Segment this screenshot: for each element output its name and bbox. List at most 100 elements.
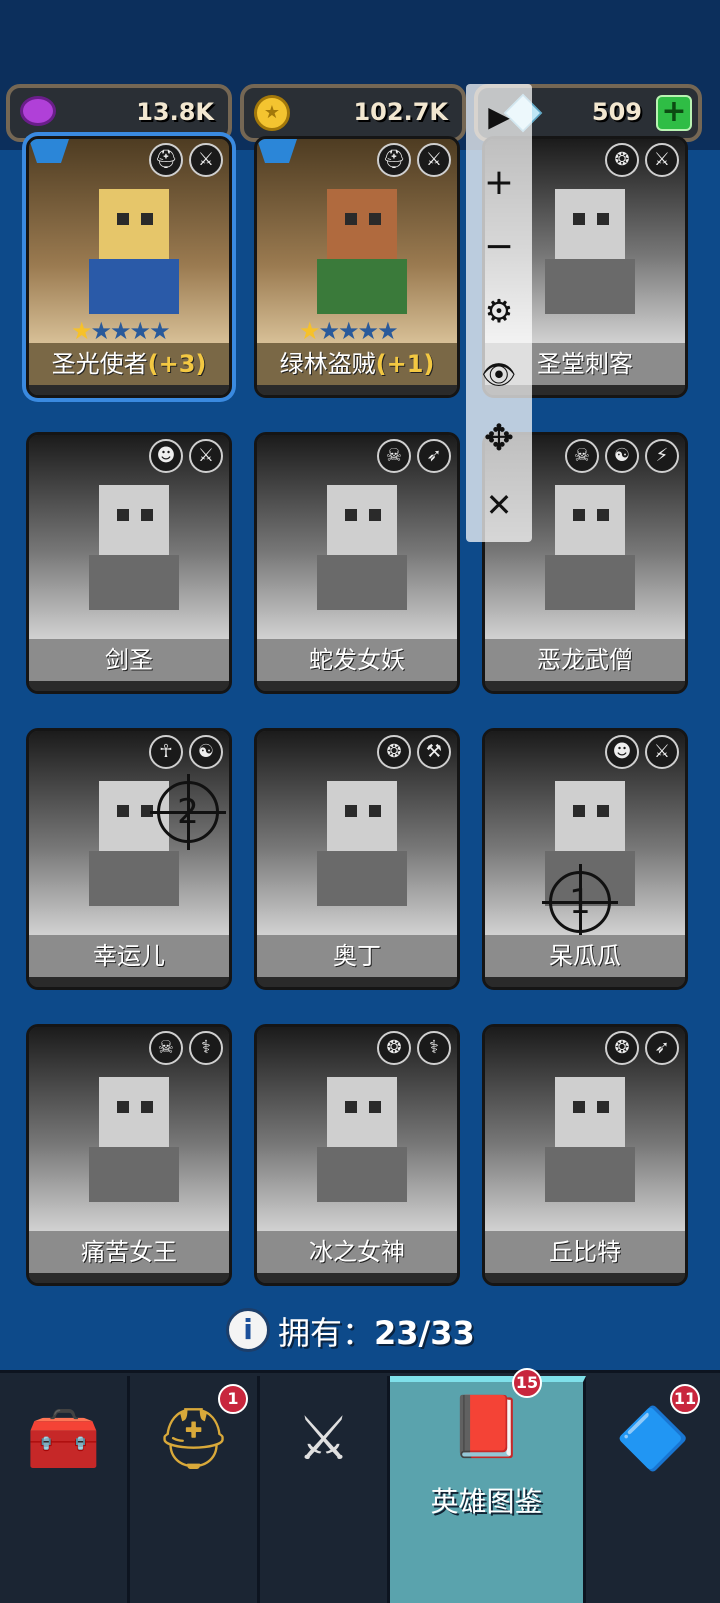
- hero-name-text: 恶龙武僧: [537, 646, 633, 674]
- move-icon[interactable]: ✥: [466, 414, 532, 464]
- hero-card[interactable]: ☥ ☯ 2 幸运儿: [26, 728, 232, 990]
- hero-head: [99, 1077, 169, 1147]
- overlay-toolbar: ▶ + − ⚙ 👁 ✥ ✕: [466, 84, 532, 542]
- hero-eye: [141, 1101, 153, 1113]
- hero-eye: [597, 213, 609, 225]
- hero-card[interactable]: ★★★★★ ⛑ ⚔ 绿林盗贼(+1): [254, 136, 460, 398]
- star-icon: ★: [338, 317, 359, 345]
- nav-hero-book-badge: 15: [512, 1368, 542, 1398]
- crosshair-marker-icon: 1: [542, 864, 618, 940]
- hero-trait-icon: ☥: [149, 735, 183, 769]
- zoom-in-icon[interactable]: +: [466, 158, 532, 208]
- hero-card[interactable]: ☠ ⚕ 痛苦女王: [26, 1024, 232, 1286]
- hero-body: [317, 851, 407, 906]
- hero-card[interactable]: ★★★★★ ⛑ ⚔ 圣光使者(+3): [26, 136, 232, 398]
- hero-body: [89, 259, 179, 314]
- hero-card[interactable]: ☠ ➶ 蛇发女妖: [254, 432, 460, 694]
- hero-figure: [545, 485, 635, 610]
- hero-trait-icon: ⚔: [645, 143, 679, 177]
- bottom-nav: 🧰 ⛑ 1 ⚔ 📕 英雄图鉴 15 🔷 11: [0, 1368, 720, 1603]
- nav-battle[interactable]: ⚔: [260, 1376, 390, 1603]
- hero-figure: [545, 189, 635, 314]
- hero-eye: [141, 509, 153, 521]
- hero-bonus: (+1): [375, 350, 435, 378]
- hero-trait-icon: ❂: [377, 1031, 411, 1065]
- hero-trait-icon: ☯: [189, 735, 223, 769]
- star-rating: ★★★★★: [299, 317, 399, 345]
- hero-eye: [597, 509, 609, 521]
- hero-bonus: (+3): [147, 350, 207, 378]
- hero-card[interactable]: ❂ ➶ 丘比特: [482, 1024, 688, 1286]
- hero-eye: [345, 805, 357, 817]
- hero-trait-icon: ☠: [149, 1031, 183, 1065]
- nav-heroes[interactable]: ⛑ 1: [130, 1376, 260, 1603]
- hero-trait-icon: ☠: [565, 439, 599, 473]
- hero-trait-icon: ⛑: [377, 143, 411, 177]
- hero-name: 幸运儿: [29, 935, 229, 977]
- hero-trait-icon: ➶: [417, 439, 451, 473]
- card-footer: [485, 681, 685, 691]
- play-icon[interactable]: ▶: [466, 92, 532, 142]
- hero-name-text: 奥丁: [333, 942, 381, 970]
- hero-card[interactable]: ❂ ⚕ 冰之女神: [254, 1024, 460, 1286]
- hero-eye: [117, 213, 129, 225]
- hero-trait-icon: ❂: [605, 143, 639, 177]
- hero-body: [89, 555, 179, 610]
- zoom-out-icon[interactable]: −: [466, 222, 532, 272]
- hide-eye-icon[interactable]: 👁: [466, 350, 532, 400]
- hero-name: 奥丁: [257, 935, 457, 977]
- hero-head: [555, 485, 625, 555]
- viking-helmet-icon: ⛑: [155, 1404, 232, 1474]
- info-icon[interactable]: i: [226, 1308, 270, 1352]
- nav-hero-book[interactable]: 📕 英雄图鉴 15: [390, 1368, 586, 1603]
- star-icon: ★: [299, 317, 320, 345]
- hero-eye: [573, 213, 585, 225]
- nav-equipment-badge: 11: [670, 1384, 700, 1414]
- hero-name-text: 圣堂刺客: [537, 350, 633, 378]
- hero-name: 绿林盗贼(+1): [257, 343, 457, 385]
- settings-gear-icon[interactable]: ⚙: [466, 286, 532, 336]
- hero-trait-icon: ❂: [377, 735, 411, 769]
- purple-currency[interactable]: 13.8K: [6, 84, 232, 142]
- hero-eye: [573, 509, 585, 521]
- nav-equipment[interactable]: 🔷 11: [586, 1376, 720, 1603]
- star-icon: ★: [71, 317, 92, 345]
- card-footer: [257, 385, 457, 395]
- owned-count: 23/33: [374, 1314, 475, 1352]
- hero-figure: [89, 189, 179, 314]
- hero-head: [327, 485, 397, 555]
- hero-head: [327, 189, 397, 259]
- hero-trait-icon: ➶: [645, 1031, 679, 1065]
- hero-name-text: 圣光使者: [51, 350, 148, 378]
- hero-figure: [545, 1077, 635, 1202]
- hero-trait-icon: ⚕: [189, 1031, 223, 1065]
- hero-name-text: 幸运儿: [93, 942, 165, 970]
- close-icon[interactable]: ✕: [466, 480, 532, 530]
- nav-heroes-badge: 1: [218, 1384, 248, 1414]
- hero-trait-icon: ⚔: [417, 143, 451, 177]
- gold-currency[interactable]: ★ 102.7K: [240, 84, 466, 142]
- purple-currency-value: 13.8K: [136, 98, 214, 126]
- star-icon: ★: [377, 317, 398, 345]
- star-rating: ★★★★★: [71, 317, 171, 345]
- star-icon: ★: [318, 317, 340, 345]
- owned-label: 拥有：: [278, 1314, 375, 1352]
- hero-card[interactable]: ☻ ⚔ 剑圣: [26, 432, 232, 694]
- hero-name: 呆瓜瓜: [485, 935, 685, 977]
- star-icon: ★: [110, 317, 131, 345]
- star-icon: ★: [129, 317, 151, 345]
- card-footer: [29, 385, 229, 395]
- hero-trait-icon: ☻: [605, 735, 639, 769]
- hero-name: 蛇发女妖: [257, 639, 457, 681]
- hero-card[interactable]: ❂ ⚒ 奥丁: [254, 728, 460, 990]
- gold-coin-icon: ★: [254, 95, 290, 131]
- hero-name-text: 剑圣: [105, 646, 153, 674]
- nav-hero-book-label: 英雄图鉴: [430, 1485, 543, 1518]
- nav-chest[interactable]: 🧰: [0, 1376, 130, 1603]
- add-diamond-button[interactable]: +: [656, 95, 692, 131]
- hero-name-text: 绿林盗贼: [279, 350, 376, 378]
- card-footer: [485, 1273, 685, 1283]
- hero-eye: [573, 805, 585, 817]
- hero-figure: [317, 1077, 407, 1202]
- hero-card[interactable]: ☻ ⚔ 1 呆瓜瓜: [482, 728, 688, 990]
